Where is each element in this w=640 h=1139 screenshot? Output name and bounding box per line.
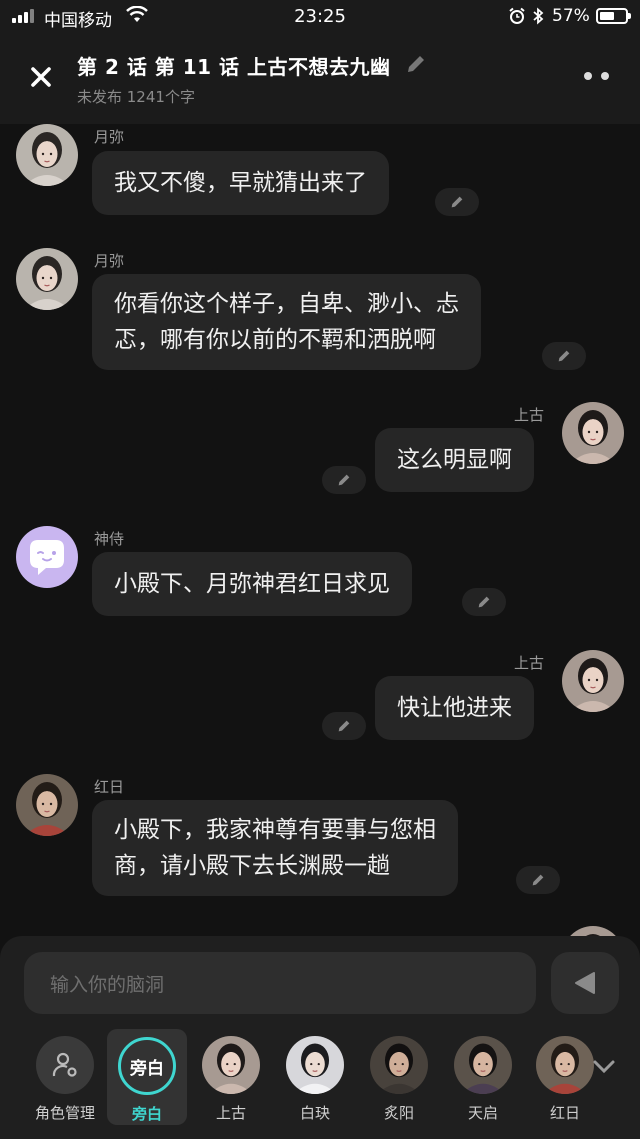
- message-text: 忑，哪有你以前的不羁和洒脱啊: [114, 327, 436, 353]
- pencil-icon: [478, 596, 490, 608]
- role-label: 角色管理: [34, 1104, 95, 1122]
- pencil-icon: [558, 350, 570, 362]
- page-title: 第 2 话 第 11 话 上古不想去九幽: [77, 55, 391, 79]
- message-input[interactable]: 输入你的脑洞: [24, 952, 536, 1014]
- edit-message-button[interactable]: [462, 588, 506, 616]
- avatar[interactable]: [16, 774, 78, 836]
- edit-message-button[interactable]: [542, 342, 586, 370]
- composer: 输入你的脑洞 角色管理 旁白 旁白 上古 白玦 炙阳 天启 红日: [0, 936, 640, 1139]
- message-bubble[interactable]: 快让他进来: [375, 676, 534, 740]
- status-bar: 中国移动 23:25 57%: [0, 0, 640, 34]
- message-bubble[interactable]: 小殿下，我家神尊有要事与您相 商，请小殿下去长渊殿一趟: [92, 800, 458, 896]
- battery-percent: 57%: [552, 6, 590, 26]
- role-narrator[interactable]: 旁白 旁白: [107, 1029, 187, 1125]
- chat-area[interactable]: 月弥 我又不傻，早就猜出来了 月弥 你看你这个样子，自卑、渺小、忐 忑，哪有你以…: [0, 124, 640, 936]
- avatar: [286, 1036, 344, 1094]
- send-button[interactable]: [551, 952, 619, 1014]
- role-item[interactable]: 天启: [443, 1028, 523, 1124]
- more-icon[interactable]: [582, 68, 614, 84]
- role-label: 白玦: [299, 1104, 330, 1122]
- send-icon: [575, 972, 595, 994]
- pencil-icon: [338, 720, 350, 732]
- message-text: 快让他进来: [397, 695, 512, 721]
- avatar[interactable]: [16, 526, 78, 588]
- narrator-badge-text: 旁白: [130, 1058, 164, 1079]
- role-bar: 角色管理 旁白 旁白 上古 白玦 炙阳 天启 红日: [0, 1028, 640, 1128]
- edit-message-button[interactable]: [322, 466, 366, 494]
- message-text: 我又不傻，早就猜出来了: [114, 170, 367, 196]
- message-bubble[interactable]: 你看你这个样子，自卑、渺小、忐 忑，哪有你以前的不羁和洒脱啊: [92, 274, 481, 370]
- message-text: 小殿下、月弥神君红日求见: [114, 571, 390, 597]
- speaker-name: 上古: [514, 406, 545, 424]
- pencil-icon: [532, 874, 544, 886]
- publish-status: 未发布 1241个字: [77, 88, 195, 106]
- message-bubble[interactable]: 我又不傻，早就猜出来了: [92, 151, 389, 215]
- role-item[interactable]: 白玦: [275, 1028, 355, 1124]
- avatar[interactable]: [16, 248, 78, 310]
- message-text: 商，请小殿下去长渊殿一趟: [114, 853, 390, 879]
- speaker-name: 神侍: [94, 530, 125, 548]
- message-text: 这么明显啊: [397, 447, 512, 473]
- role-label: 天启: [467, 1104, 498, 1122]
- edit-message-button[interactable]: [322, 712, 366, 740]
- avatar[interactable]: [16, 124, 78, 186]
- edit-message-button[interactable]: [435, 188, 479, 216]
- avatar[interactable]: [562, 402, 624, 464]
- avatar[interactable]: [562, 650, 624, 712]
- battery-icon: [596, 8, 631, 24]
- bluetooth-icon: [533, 7, 544, 25]
- role-item[interactable]: 红日: [525, 1028, 605, 1124]
- chevron-down-icon[interactable]: [590, 1056, 618, 1076]
- avatar: [202, 1036, 260, 1094]
- pencil-icon: [451, 196, 463, 208]
- speaker-name: 上古: [514, 654, 545, 672]
- header: 第 2 话 第 11 话 上古不想去九幽 未发布 1241个字: [0, 34, 640, 124]
- role-item[interactable]: 炙阳: [359, 1028, 439, 1124]
- avatar: [454, 1036, 512, 1094]
- message-text: 你看你这个样子，自卑、渺小、忐: [114, 291, 459, 317]
- speaker-name: 月弥: [94, 252, 125, 270]
- role-label: 上古: [215, 1104, 246, 1122]
- input-placeholder: 输入你的脑洞: [50, 974, 165, 996]
- message-text: 小殿下，我家神尊有要事与您相: [114, 817, 436, 843]
- role-label: 红日: [549, 1104, 580, 1122]
- speaker-name: 红日: [94, 778, 125, 796]
- close-icon[interactable]: [24, 60, 58, 94]
- message-bubble[interactable]: 这么明显啊: [375, 428, 534, 492]
- role-manager-button[interactable]: 角色管理: [25, 1028, 105, 1124]
- avatar[interactable]: [562, 926, 624, 936]
- alarm-icon: [509, 7, 525, 24]
- edit-message-button[interactable]: [516, 866, 560, 894]
- pencil-icon[interactable]: [404, 52, 428, 76]
- role-label: 旁白: [131, 1105, 162, 1123]
- pencil-icon: [338, 474, 350, 486]
- narrator-badge: 旁白: [118, 1037, 176, 1095]
- speaker-name: 月弥: [94, 128, 125, 146]
- message-bubble[interactable]: 小殿下、月弥神君红日求见: [92, 552, 412, 616]
- role-item[interactable]: 上古: [191, 1028, 271, 1124]
- avatar: [370, 1036, 428, 1094]
- user-settings-icon: [36, 1036, 94, 1094]
- role-label: 炙阳: [383, 1104, 414, 1122]
- avatar: [536, 1036, 594, 1094]
